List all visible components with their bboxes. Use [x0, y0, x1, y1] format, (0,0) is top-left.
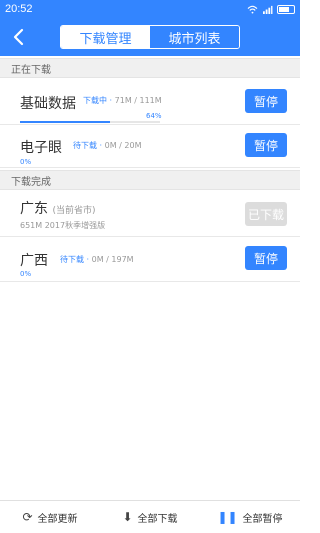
section-header-downloading: 正在下载 — [0, 58, 300, 78]
item-tag: (当前省市) — [52, 206, 96, 216]
section-header-completed: 下载完成 — [0, 170, 300, 190]
list-item: 基础数据 下载中 · 71M / 111M 暂停 64% — [0, 78, 300, 125]
update-all-label: 全部更新 — [37, 513, 78, 525]
download-all-button[interactable]: ⬇ 全部下载 — [100, 501, 200, 533]
item-name: 广东 (当前省市) — [20, 201, 96, 217]
status-icons — [247, 4, 295, 14]
pause-all-label: 全部暂停 — [242, 513, 283, 525]
item-info: 651M 2017秋季增强版 — [20, 221, 106, 230]
progress-bar — [20, 121, 160, 123]
pause-button[interactable]: 暂停 — [245, 246, 287, 270]
update-all-button[interactable]: ⟳ 全部更新 — [0, 501, 100, 533]
bottom-toolbar: ⟳ 全部更新 ⬇ 全部下载 ❚❚ 全部暂停 — [0, 500, 300, 533]
progress-percent: 64% — [146, 112, 162, 120]
item-name: 基础数据 — [20, 96, 76, 112]
item-status: 下载中 · 71M / 111M — [83, 96, 162, 105]
segment-tabs: 下载管理 城市列表 — [60, 25, 240, 49]
pause-button[interactable]: 暂停 — [245, 133, 287, 157]
list-item: 电子眼 待下载 · 0M / 20M 暂停 0% — [0, 125, 300, 168]
wifi-icon — [247, 5, 258, 14]
download-icon: ⬇ — [122, 510, 133, 524]
pause-icon: ❚❚ — [217, 510, 238, 524]
signal-icon — [263, 5, 273, 14]
battery-icon — [277, 4, 295, 14]
progress-fill — [20, 121, 110, 123]
item-status: 待下载 · 0M / 197M — [60, 255, 134, 264]
download-all-label: 全部下载 — [137, 513, 178, 525]
progress-percent: 0% — [20, 270, 32, 278]
nav-bar: 下载管理 城市列表 — [0, 18, 300, 56]
tab-city-list[interactable]: 城市列表 — [150, 26, 239, 48]
list-item: 广东 (当前省市) 651M 2017秋季增强版 已下载 — [0, 190, 300, 237]
refresh-icon: ⟳ — [22, 510, 33, 524]
status-bar: 20:52 — [0, 0, 300, 18]
downloaded-button: 已下载 — [245, 202, 287, 226]
item-name: 电子眼 — [20, 140, 62, 156]
progress-percent: 0% — [20, 158, 32, 166]
list-item: 广西 待下载 · 0M / 197M 暂停 0% — [0, 237, 300, 282]
tab-download-manager[interactable]: 下载管理 — [61, 26, 150, 48]
item-name: 广西 — [20, 253, 48, 269]
pause-all-button[interactable]: ❚❚ 全部暂停 — [200, 501, 300, 533]
pause-button[interactable]: 暂停 — [245, 89, 287, 113]
back-arrow-icon[interactable] — [6, 24, 30, 50]
status-time: 20:52 — [5, 3, 33, 15]
item-status: 待下载 · 0M / 20M — [73, 141, 142, 150]
